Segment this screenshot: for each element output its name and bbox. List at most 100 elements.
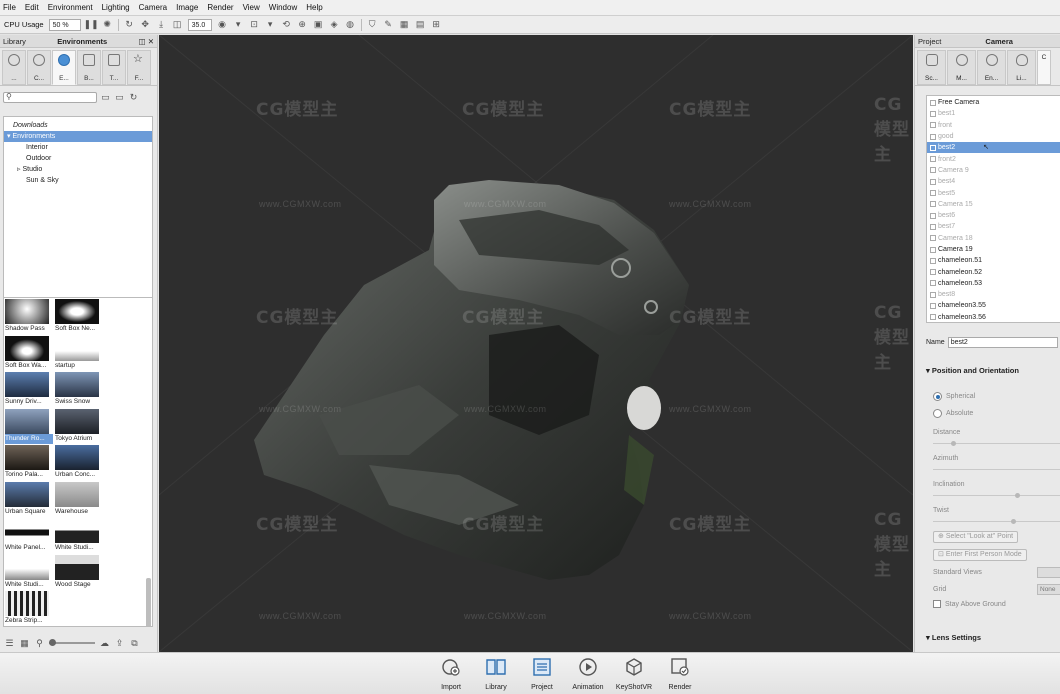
camera-icon[interactable]: ◉ (217, 19, 228, 30)
thumbnail-item[interactable]: Wood Stage (55, 554, 103, 592)
close-icon[interactable]: ✕ (148, 37, 154, 46)
camera-item-selected[interactable]: best2 ↖ (927, 142, 1060, 154)
camera-item[interactable]: best8 (927, 289, 1060, 300)
folder-icon[interactable]: ▭ (100, 92, 111, 103)
grid-view-icon[interactable]: ▦ (19, 638, 30, 649)
dolly-icon[interactable]: ⤓ (156, 19, 167, 30)
tree-item-outdoor[interactable]: Outdoor (4, 153, 152, 164)
copy-icon[interactable]: ⧉ (129, 638, 140, 649)
fov-icon[interactable]: ◫ (172, 19, 183, 30)
camera-item[interactable]: best7 (927, 221, 1060, 232)
keyshotvr-button[interactable]: KeyShotVR (611, 656, 657, 694)
camera-item[interactable]: Free Camera (927, 97, 1060, 108)
transform-menu-icon[interactable]: ▾ (265, 19, 276, 30)
spherical-radio[interactable]: Spherical (933, 392, 975, 401)
menu-lighting[interactable]: Lighting (102, 3, 130, 12)
menu-help[interactable]: Help (306, 3, 322, 12)
tree-item-environments[interactable]: ▾ Environments (4, 131, 152, 142)
camera-item[interactable]: chameleon.51 (927, 255, 1060, 266)
camera-item[interactable]: best1 (927, 108, 1060, 119)
tree-item-interior[interactable]: Interior (4, 142, 152, 153)
camera-item[interactable]: chameleon.53 (927, 278, 1060, 289)
thumbnail-item[interactable]: Warehouse (55, 481, 103, 519)
thumbnail-item[interactable]: Urban Square (5, 481, 53, 519)
tab-materials[interactable]: ... (2, 50, 26, 85)
grid-select[interactable]: None (1037, 584, 1060, 595)
thumbnail-item[interactable]: Soft Box Wa... (5, 335, 53, 373)
tree-item-sunsky[interactable]: Sun & Sky (4, 175, 152, 186)
lock-icon[interactable]: ⊕ (297, 19, 308, 30)
thumbnail-scrollbar[interactable] (146, 578, 151, 626)
thumbnail-item[interactable]: Sunny Driv... (5, 372, 53, 409)
distance-slider-knob[interactable] (951, 441, 956, 446)
grid-icon[interactable]: ▦ (399, 19, 410, 30)
tree-item-studio[interactable]: ▹ Studio (4, 164, 152, 175)
camera-item[interactable]: front2 (927, 153, 1060, 164)
thumbnail-item[interactable]: Shadow Pass (5, 299, 53, 336)
search-input[interactable]: ⚲ (3, 91, 97, 103)
inclination-slider[interactable] (933, 495, 1060, 496)
tab-colors[interactable]: C... (27, 50, 51, 85)
thumbnail-item[interactable]: Soft Box Ne... (55, 299, 103, 336)
thumbnail-item[interactable]: White Panel... (5, 518, 53, 555)
render-viewport[interactable]: CG模型主 CG模型主 CG模型主 CG模型主 www.CGMXW.com ww… (159, 35, 913, 652)
menu-render[interactable]: Render (207, 3, 233, 12)
thumbnail-item[interactable]: Swiss Snow (55, 372, 103, 409)
tab-backplates[interactable]: B... (77, 50, 101, 85)
camera-item[interactable]: best4 (927, 176, 1060, 187)
twist-slider-knob[interactable] (1011, 519, 1016, 524)
tab-textures[interactable]: T... (102, 50, 126, 85)
twist-slider[interactable] (933, 521, 1060, 522)
camera-item[interactable]: chameleon.52 (927, 266, 1060, 277)
camera-item[interactable]: Camera 19 (927, 244, 1060, 255)
camera-item[interactable]: Camera 15 (927, 199, 1060, 210)
tree-item-downloads[interactable]: Downloads (4, 120, 152, 131)
refresh-icon[interactable]: ↻ (128, 92, 139, 103)
animation-button[interactable]: Animation (565, 656, 611, 694)
thumbnail-item[interactable]: White Studi... (55, 518, 103, 555)
shield-icon[interactable]: ⛉ (367, 19, 378, 30)
select-lookat-button[interactable]: ⊕ Select "Look at" Point (933, 531, 1019, 543)
camera-menu-icon[interactable]: ▾ (233, 19, 244, 30)
tab-environments[interactable]: E... (52, 50, 76, 85)
focal-length-input[interactable]: 35.0 (187, 18, 212, 31)
thumbnail-item[interactable]: Zebra Strip... (5, 591, 53, 626)
rotate-icon[interactable]: ↻ (124, 19, 135, 30)
folder-add-icon[interactable]: ▭ (114, 92, 125, 103)
undock-icon[interactable]: ◫ (139, 37, 146, 46)
pan-icon[interactable]: ✥ (140, 19, 151, 30)
screenshot-icon[interactable]: ▤ (415, 19, 426, 30)
standard-views-select[interactable] (1037, 567, 1060, 578)
tab-lighting[interactable]: Li... (1007, 50, 1036, 85)
performance-icon[interactable]: ✺ (102, 19, 113, 30)
thumbnail-item[interactable]: Urban Conc... (55, 445, 103, 482)
geometry-view-icon[interactable]: ◈ (329, 19, 340, 30)
azimuth-slider[interactable] (933, 469, 1060, 470)
inclination-slider-knob[interactable] (1015, 493, 1020, 498)
material-icon[interactable]: ◍ (345, 19, 356, 30)
stay-above-ground-checkbox[interactable]: Stay Above Ground (933, 600, 1006, 608)
camera-item[interactable]: best6 (927, 210, 1060, 221)
tab-scene[interactable]: Sc... (917, 50, 946, 85)
network-icon[interactable]: ⊞ (431, 19, 442, 30)
tab-environment[interactable]: En... (977, 50, 1006, 85)
zoom-icon[interactable]: ⚲ (34, 638, 45, 649)
upload-icon[interactable]: ⇪ (114, 638, 125, 649)
transform-icon[interactable]: ⊡ (249, 19, 260, 30)
tab-favorites[interactable]: ☆ F... (127, 50, 151, 85)
reset-icon[interactable]: ⟲ (281, 19, 292, 30)
camera-item[interactable]: front (927, 120, 1060, 131)
edit-icon[interactable]: ✎ (383, 19, 394, 30)
camera-item[interactable]: best5 (927, 187, 1060, 198)
camera-item[interactable]: Camera 9 (927, 165, 1060, 176)
tab-camera[interactable]: C (1037, 50, 1051, 85)
thumbnail-item[interactable]: startup (55, 335, 103, 373)
import-button[interactable]: Import (428, 656, 474, 694)
lens-settings-header[interactable]: ▾ Lens Settings (926, 633, 981, 642)
thumbnail-item[interactable]: Tokyo Atrium (55, 408, 103, 446)
pause-icon[interactable]: ❚❚ (84, 19, 99, 30)
camera-name-field[interactable]: best2 (947, 337, 1058, 348)
position-orientation-header[interactable]: ▾ Position and Orientation (926, 366, 1019, 375)
project-button[interactable]: Project (519, 656, 565, 694)
render-button[interactable]: Render (657, 656, 703, 694)
